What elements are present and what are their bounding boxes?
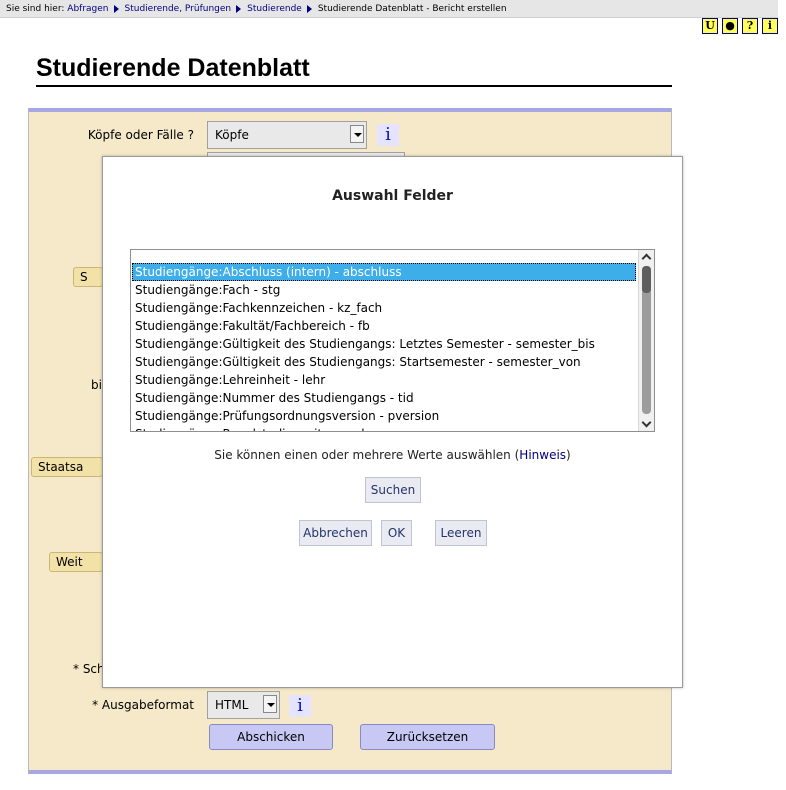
hint-link[interactable]: Hinweis [519, 448, 566, 462]
breadcrumb-arrow-icon [236, 4, 242, 13]
breadcrumb-link-abfragen[interactable]: Abfragen [67, 4, 108, 14]
koepfe-select-value: Köpfe [215, 128, 249, 142]
field-list: Studiengänge:Abschluss (intern) - abschl… [132, 263, 636, 431]
list-item[interactable]: Studiengänge:Gültigkeit des Studiengangs… [132, 353, 636, 371]
scrollbar-thumb[interactable] [642, 266, 651, 293]
ausgabe-select[interactable]: HTML [207, 691, 280, 719]
list-item[interactable]: Studiengänge:Fach - stg [132, 281, 636, 299]
field-selection-dialog: Auswahl Felder Studiengänge:Abschluss (i… [102, 156, 683, 688]
list-item[interactable]: Studiengänge:Regelstudienzeit - regel [132, 425, 636, 431]
hint-text: Sie können einen oder mehrere Werte ausw… [214, 448, 520, 462]
breadcrumb-current: Studierende Datenblatt - Bericht erstell… [317, 4, 507, 14]
partial-label-bi: bi [91, 378, 102, 392]
logo-icon[interactable]: U [702, 18, 718, 34]
koepfe-label: Köpfe oder Fälle ? [87, 128, 194, 142]
breadcrumb-arrow-icon [306, 4, 312, 13]
field-listbox[interactable]: Studiengänge:Abschluss (intern) - abschl… [130, 249, 655, 432]
selection-hint: Sie können einen oder mehrere Werte ausw… [103, 448, 682, 462]
list-item[interactable]: Studiengänge:Nummer des Studiengangs - t… [132, 389, 636, 407]
list-item[interactable]: Studiengänge:Prüfungsordnungsversion - p… [132, 407, 636, 425]
list-item[interactable]: Studiengänge:Lehreinheit - lehr [132, 371, 636, 389]
search-button[interactable]: Suchen [365, 477, 421, 503]
toolbar-icons: U ● ? i [702, 18, 778, 34]
scroll-down-icon[interactable] [639, 417, 654, 431]
help-icon[interactable]: ? [742, 18, 758, 34]
side-button-weit[interactable]: Weit [49, 552, 103, 572]
info-icon[interactable]: i [377, 124, 399, 146]
breadcrumb: Sie sind hier: Abfragen Studierende, Prüf… [0, 0, 778, 18]
chevron-down-icon[interactable] [350, 125, 364, 143]
listbox-scrollbar[interactable] [638, 250, 654, 431]
breadcrumb-prefix: Sie sind hier: [6, 4, 65, 14]
list-item[interactable]: Studiengänge:Abschluss (intern) - abschl… [132, 263, 636, 281]
list-item[interactable]: Studiengänge:Gültigkeit des Studiengangs… [132, 335, 636, 353]
breadcrumb-arrow-icon [113, 4, 119, 13]
dialog-title: Auswahl Felder [332, 188, 453, 204]
hint-close: ) [566, 448, 571, 462]
dot-icon[interactable]: ● [722, 18, 738, 34]
scroll-up-icon[interactable] [639, 250, 654, 264]
koepfe-select[interactable]: Köpfe [207, 121, 367, 149]
ausgabe-select-value: HTML [215, 698, 249, 712]
breadcrumb-link-studierende[interactable]: Studierende [247, 4, 302, 14]
ok-button[interactable]: OK [381, 520, 412, 546]
ausgabe-label: * Ausgabeformat [92, 698, 194, 712]
list-item[interactable]: Studiengänge:Fakultät/Fachbereich - fb [132, 317, 636, 335]
reset-button[interactable]: Zurücksetzen [360, 724, 495, 750]
page-title: Studierende Datenblatt [36, 54, 672, 87]
breadcrumb-link-studierende-pruefungen[interactable]: Studierende, Prüfungen [125, 4, 232, 14]
submit-button[interactable]: Abschicken [209, 724, 333, 750]
chevron-down-icon[interactable] [263, 695, 277, 713]
cancel-button[interactable]: Abbrechen [299, 520, 372, 546]
side-button-staatsa[interactable]: Staatsa [31, 457, 103, 477]
clear-button[interactable]: Leeren [435, 520, 487, 546]
list-item[interactable]: Studiengänge:Fachkennzeichen - kz_fach [132, 299, 636, 317]
info-icon[interactable]: i [762, 18, 778, 34]
side-button-s[interactable]: S [73, 267, 103, 287]
partial-label-sch: * Sch [73, 662, 105, 676]
info-icon[interactable]: i [289, 695, 311, 717]
